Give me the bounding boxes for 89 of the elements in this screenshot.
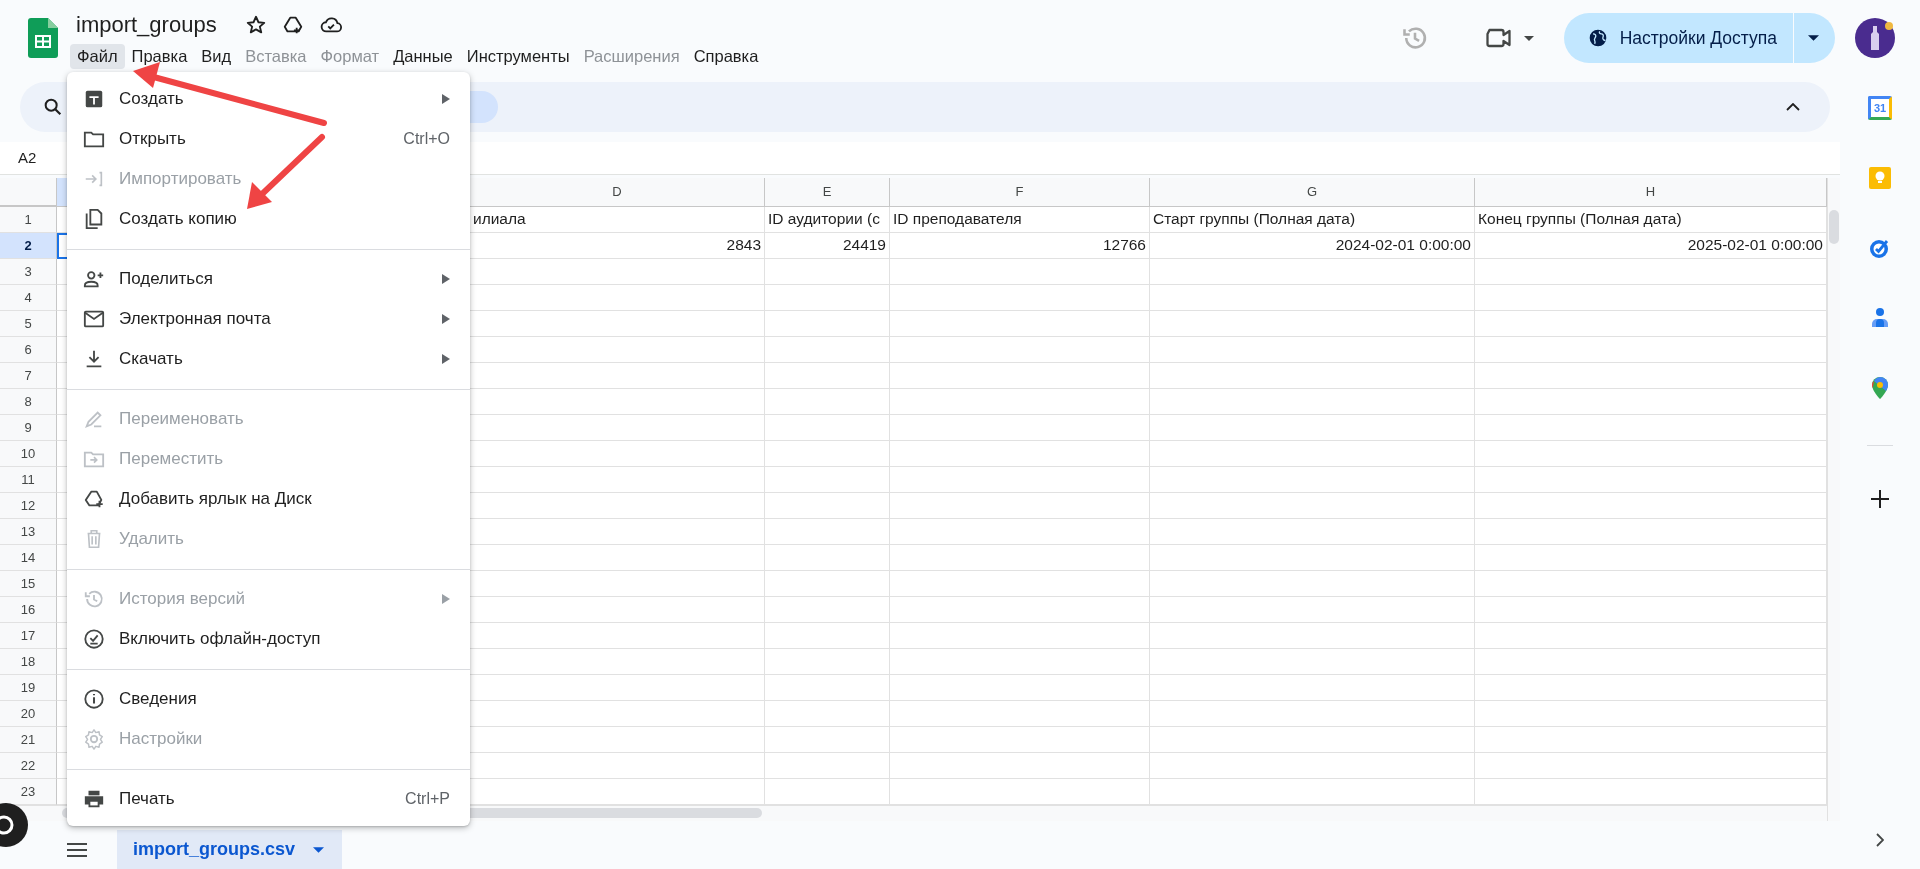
row-number[interactable]: 9 [0,414,57,441]
row-number[interactable]: 19 [0,674,57,701]
settings-icon [83,728,105,750]
submenu-arrow-icon [442,594,450,604]
menu-item[interactable]: Печать Ctrl+P [67,779,470,819]
column-header[interactable]: G [1150,177,1475,207]
row-number[interactable]: 12 [0,492,57,519]
row-number[interactable]: 6 [0,336,57,363]
submenu-arrow-icon [442,274,450,284]
caret-icon[interactable] [1808,35,1819,41]
menu-bar-item[interactable]: Инструменты [459,43,577,69]
row-number[interactable]: 2 [0,232,57,259]
table-cell: ID преподавателя [890,206,1150,233]
document-title[interactable]: import_groups [76,11,217,38]
add-person-icon [83,268,105,290]
name-box[interactable]: A2 [18,149,37,167]
menu-bar-item[interactable]: Правка [124,43,195,69]
row-number[interactable]: 17 [0,622,57,649]
menu-bar-item[interactable]: Справка [686,43,766,69]
menu-item[interactable]: Электронная почта [67,299,470,339]
table-cell: 2843 [470,232,765,259]
menu-item[interactable]: Открыть Ctrl+O [67,119,470,159]
history-icon [83,588,105,610]
column-header[interactable]: D [470,177,765,207]
menu-bar-item[interactable]: Файл [70,43,125,69]
drive-add-icon [83,488,105,510]
column-header[interactable]: H [1475,177,1827,207]
mail-icon [83,308,105,330]
row-number[interactable]: 15 [0,570,57,597]
row-number[interactable]: 4 [0,284,57,311]
menu-item[interactable]: Добавить ярлык на Диск [67,479,470,519]
row-number[interactable]: 16 [0,596,57,623]
calendar-icon[interactable]: 31 [1868,96,1892,120]
submenu-arrow-icon [442,354,450,364]
account-avatar[interactable] [1855,18,1895,58]
row-number[interactable]: 10 [0,440,57,467]
scrollbar-thumb[interactable] [1829,209,1839,244]
row-number[interactable]: 13 [0,518,57,545]
info-icon [83,688,105,710]
row-number[interactable]: 23 [0,778,57,805]
menu-item[interactable]: Включить офлайн-доступ [67,619,470,659]
shortcut-text: Ctrl+O [403,130,450,148]
copy-icon [83,208,105,230]
row-number[interactable]: 7 [0,362,57,389]
add-icon[interactable] [1870,489,1890,509]
print-icon [83,788,105,810]
table-cell: 2024-02-01 0:00:00 [1150,232,1475,259]
row-number[interactable]: 5 [0,310,57,337]
menu-item[interactable]: Поделиться [67,259,470,299]
star-icon[interactable] [244,13,267,36]
sheet-tab[interactable]: import_groups.csv [117,830,343,869]
video-call-icon[interactable] [1484,28,1512,48]
shortcut-text: Ctrl+P [405,790,450,808]
submenu-arrow-icon [442,314,450,324]
table-cell: илиала [470,206,765,233]
menu-item[interactable]: Создать копию [67,199,470,239]
expand-icon[interactable] [1876,833,1884,847]
menu-item[interactable]: Скачать [67,339,470,379]
table-cell: 2025-02-01 0:00:00 [1475,232,1827,259]
menu-item[interactable]: Сведения [67,679,470,719]
table-plus-icon [83,88,105,110]
row-number[interactable]: 18 [0,648,57,675]
sheets-logo-icon[interactable] [28,18,58,58]
column-header[interactable]: E [765,177,890,207]
row-number[interactable]: 1 [0,206,57,233]
table-cell: ID аудитории (с [765,206,890,233]
row-number[interactable]: 8 [0,388,57,415]
row-number[interactable]: 3 [0,258,57,285]
row-number[interactable]: 22 [0,752,57,779]
pencil-icon [83,408,105,430]
globe-icon [1587,28,1608,48]
column-header[interactable]: F [890,177,1150,207]
share-button[interactable]: Настройки Доступа [1563,13,1835,63]
row-number[interactable]: 20 [0,700,57,727]
row-number[interactable]: 21 [0,726,57,753]
menu-bar-item[interactable]: Вид [194,43,239,69]
row-number[interactable]: 11 [0,466,57,493]
share-button-label[interactable]: Настройки Доступа [1619,27,1777,49]
offline-check-icon [83,628,105,650]
menu-bar-item[interactable]: Данные [386,43,460,69]
table-cell: Старт группы (Полная дата) [1150,206,1475,233]
table-cell: 24419 [765,232,890,259]
row-number[interactable]: 14 [0,544,57,571]
menu-icon[interactable] [67,842,87,857]
collapse-icon[interactable] [1786,102,1800,111]
submenu-arrow-icon [442,94,450,104]
caret-icon[interactable] [1523,35,1534,41]
table-cell: 12766 [890,232,1150,259]
table-cell: Конец группы (Полная дата) [1475,206,1827,233]
